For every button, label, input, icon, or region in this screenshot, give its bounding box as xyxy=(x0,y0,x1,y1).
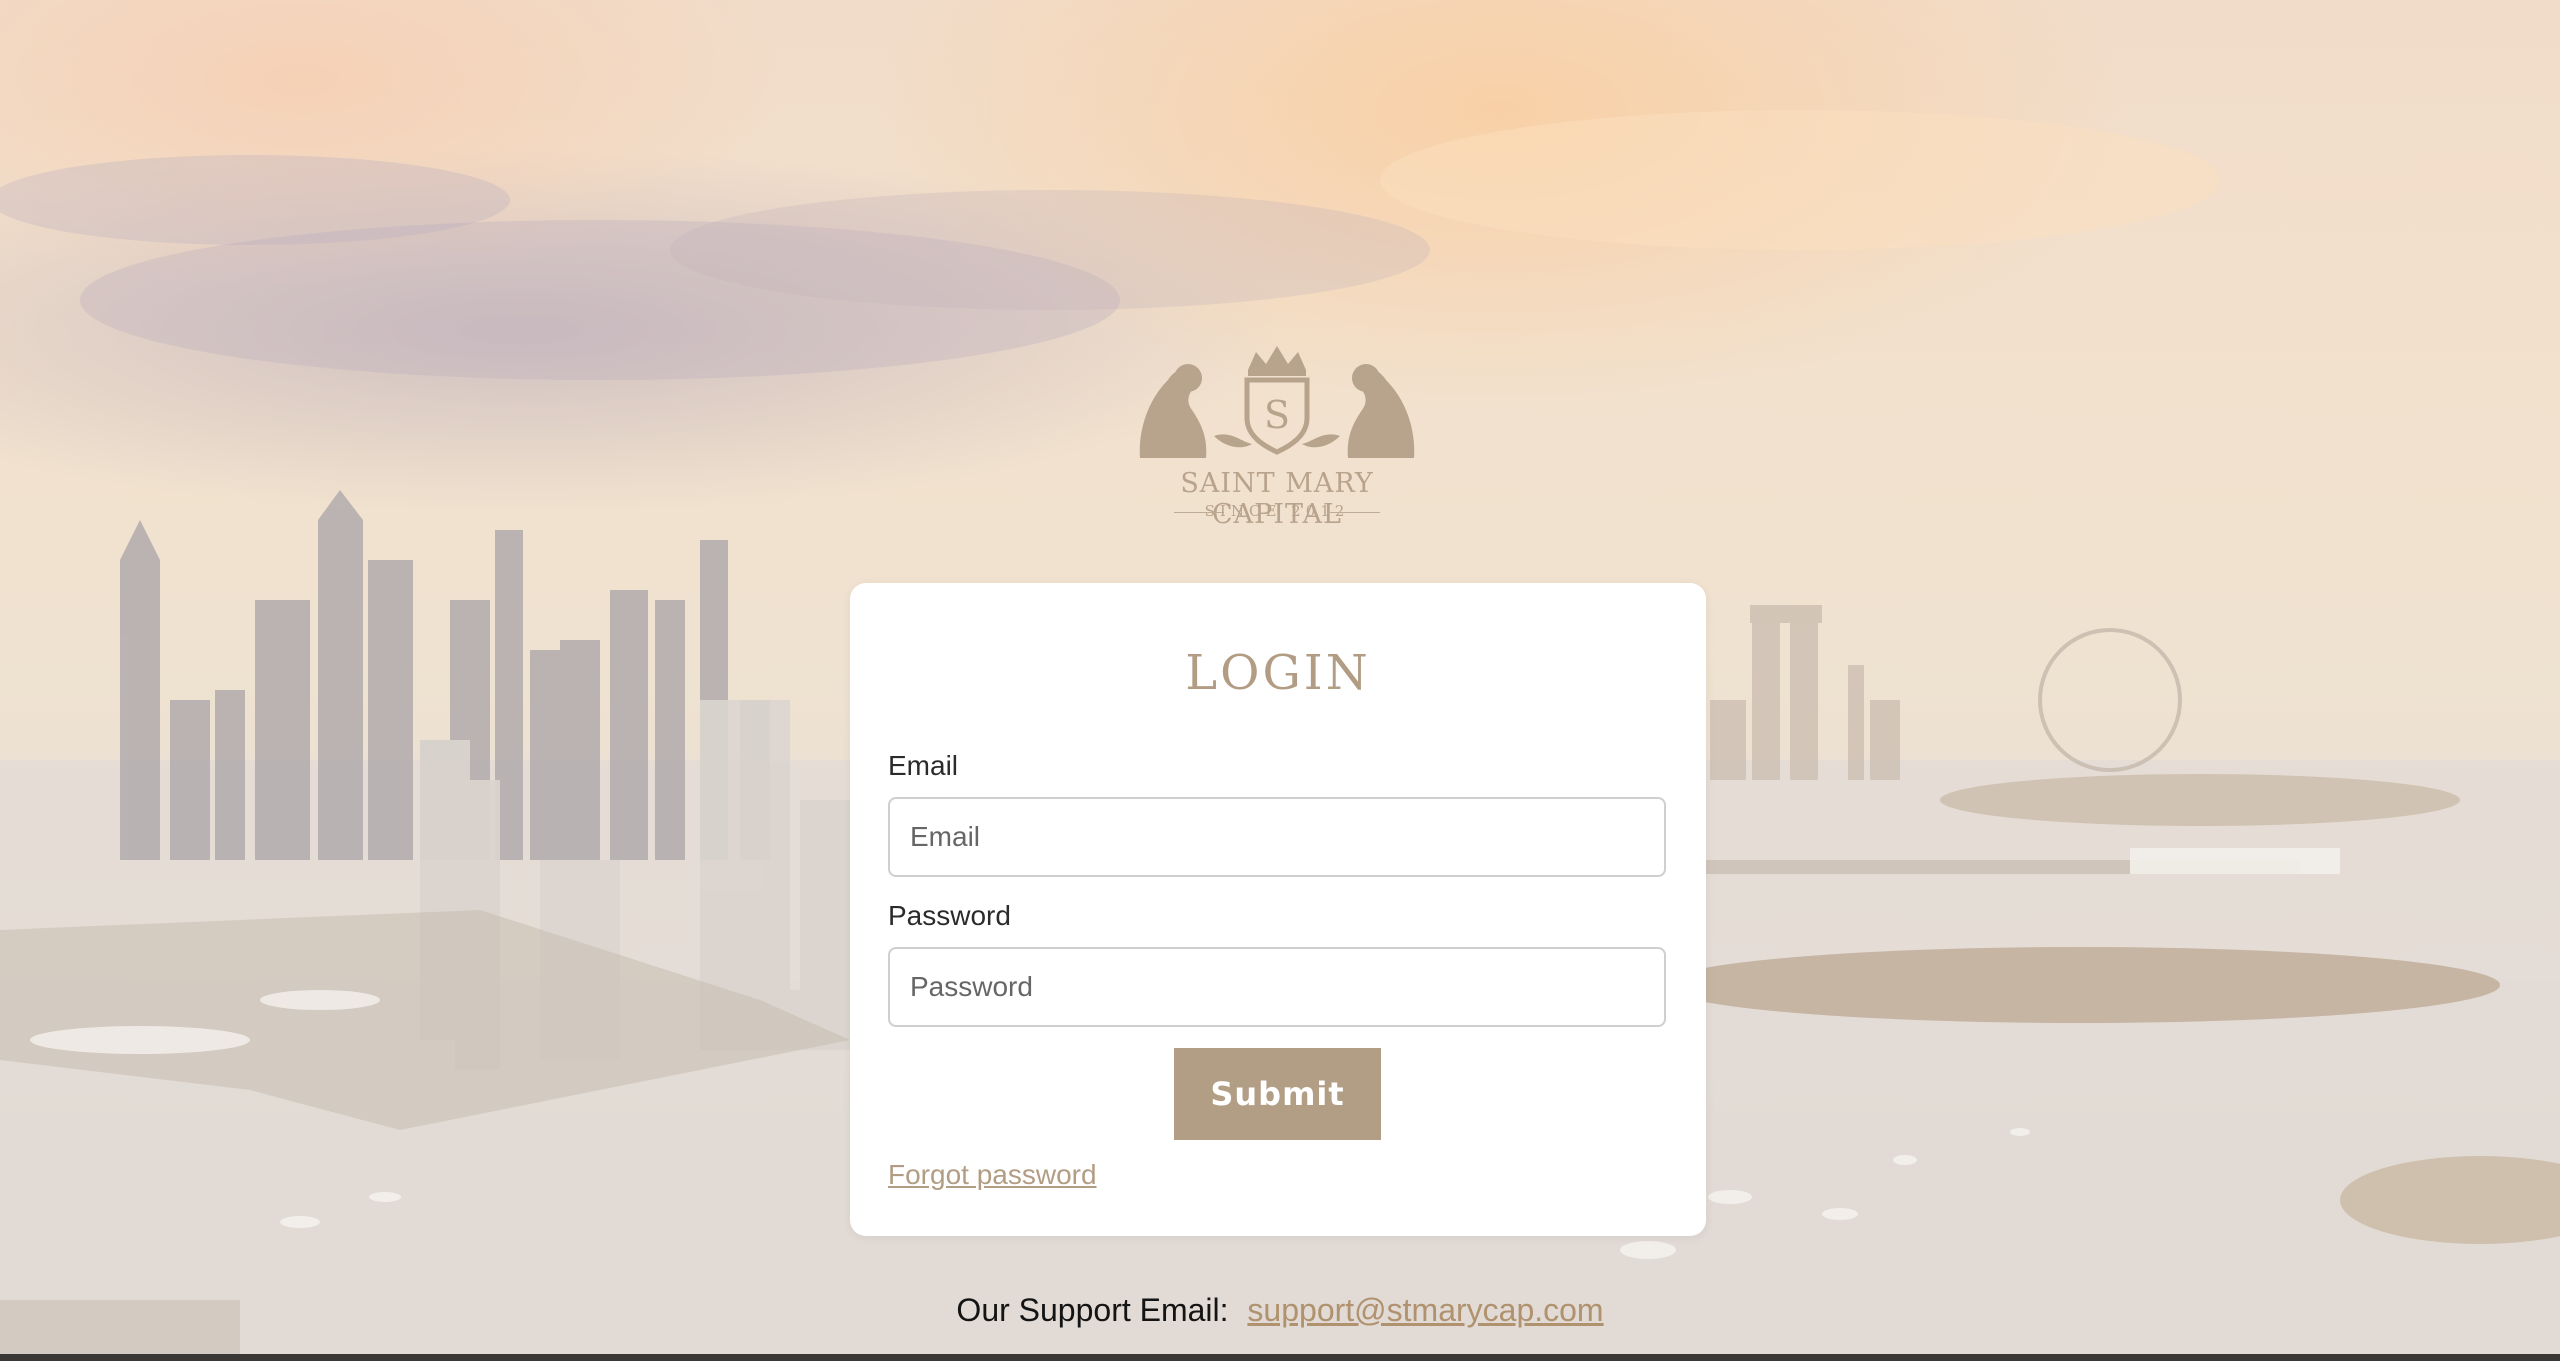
submit-button[interactable]: Submit xyxy=(1174,1048,1381,1140)
brand-since: SINCE 2012 xyxy=(1204,502,1350,520)
support-email-link[interactable]: support@stmarycap.com xyxy=(1247,1292,1603,1328)
login-title: LOGIN xyxy=(1185,645,1371,701)
support-label: Our Support Email: xyxy=(956,1292,1229,1328)
forgot-password-link[interactable]: Forgot password xyxy=(888,1159,1097,1191)
login-card: LOGIN Email Password Submit Forgot passw… xyxy=(850,583,1706,1236)
crown-icon xyxy=(1248,346,1306,370)
brand-name: SAINT MARY CAPITAL xyxy=(1180,468,1374,530)
support-line: Our Support Email: support@stmarycap.com xyxy=(0,1292,2560,1329)
since-rule-right xyxy=(1330,512,1380,513)
email-input[interactable] xyxy=(888,797,1666,877)
monogram: S xyxy=(1264,393,1290,437)
password-label: Password xyxy=(888,900,1011,931)
lion-crest-icon: S xyxy=(1139,346,1415,458)
email-label: Email xyxy=(888,750,959,781)
password-input[interactable] xyxy=(888,947,1666,1027)
brand-logo: S SAINT MARY CAPITAL SINCE 2012 xyxy=(1130,340,1424,530)
bottom-strip xyxy=(0,1354,2560,1361)
